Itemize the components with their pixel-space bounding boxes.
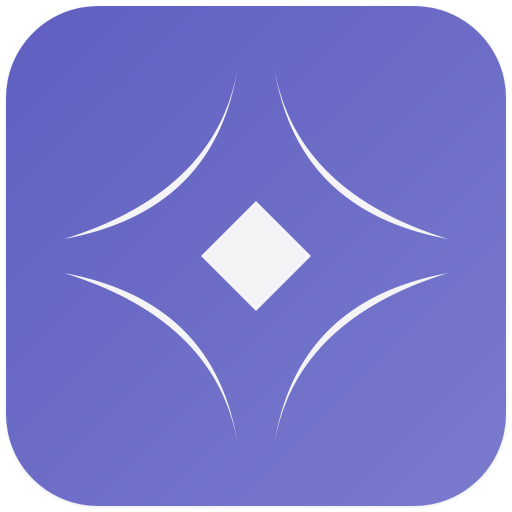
- app-icon[interactable]: [6, 6, 506, 506]
- petal-top-left: [64, 66, 238, 239]
- sparkle-emblem-icon: [64, 66, 448, 446]
- center-diamond: [201, 201, 311, 311]
- petal-top-right: [274, 66, 448, 239]
- canvas: [0, 0, 512, 512]
- petal-bottom-left: [64, 273, 238, 446]
- petal-bottom-right: [274, 273, 448, 446]
